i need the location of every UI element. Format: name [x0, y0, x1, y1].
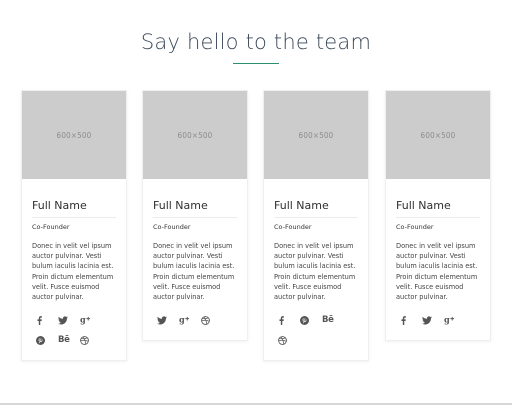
google-plus-icon: g — [444, 315, 455, 325]
social-links: Bē — [274, 310, 358, 350]
dribbble-icon — [80, 335, 89, 345]
dribbble-icon — [278, 335, 287, 345]
google-plus-link[interactable]: g — [175, 310, 197, 330]
google-plus-link[interactable]: g — [440, 310, 462, 330]
member-role: Co-Founder — [153, 223, 191, 231]
behance-link[interactable]: Bē — [54, 330, 76, 350]
pinterest-link[interactable] — [296, 310, 318, 330]
team-member-card: 600×500 Full Name Co-Founder Donec in velit… — [385, 90, 491, 342]
card-body: Full Name Co-Founder Donec in velit vel ip… — [143, 179, 247, 340]
facebook-link[interactable] — [32, 310, 54, 330]
pinterest-link[interactable] — [32, 330, 54, 350]
twitter-icon — [58, 316, 68, 325]
facebook-link[interactable] — [396, 310, 418, 330]
dribbble-link[interactable] — [274, 330, 296, 350]
facebook-icon — [36, 315, 43, 325]
behance-icon: Bē — [322, 315, 334, 326]
member-role: Co-Founder — [32, 223, 70, 231]
google-plus-link[interactable]: g — [76, 310, 98, 330]
member-bio: Donec in velit vel ipsum auctor pulvinar… — [153, 242, 235, 302]
member-name: Full Name — [32, 199, 116, 218]
member-bio: Donec in velit vel ipsum auctor pulvinar… — [396, 242, 478, 302]
member-name: Full Name — [153, 199, 237, 218]
member-bio: Donec in velit vel ipsum auctor pulvinar… — [32, 242, 114, 302]
team-member-card: 600×500 Full Name Co-Founder Donec in velit… — [142, 90, 248, 342]
social-links: g — [153, 310, 237, 330]
team-member-card: 600×500 Full Name Co-Founder Donec in velit… — [21, 90, 127, 362]
member-photo-placeholder: 600×500 — [386, 91, 490, 179]
twitter-icon — [422, 316, 432, 325]
social-links: g Bē — [32, 310, 116, 350]
svg-text:g: g — [444, 315, 450, 325]
team-section: Say hello to the team 600×500 Full Name Co… — [0, 0, 512, 405]
svg-text:g: g — [179, 315, 185, 325]
member-photo-placeholder: 600×500 — [22, 91, 126, 179]
member-bio: Donec in velit vel ipsum auctor pulvinar… — [274, 242, 356, 302]
member-name: Full Name — [274, 199, 358, 218]
member-photo-placeholder: 600×500 — [264, 91, 368, 179]
twitter-link[interactable] — [418, 310, 440, 330]
google-plus-icon: g — [179, 315, 190, 325]
pinterest-icon — [300, 315, 309, 325]
behance-link[interactable]: Bē — [318, 310, 340, 330]
member-photo-placeholder: 600×500 — [143, 91, 247, 179]
title-underline — [233, 63, 279, 64]
facebook-icon — [278, 315, 285, 325]
member-role: Co-Founder — [396, 223, 434, 231]
card-body: Full Name Co-Founder Donec in velit vel ip… — [264, 179, 368, 360]
member-name: Full Name — [396, 199, 480, 218]
twitter-icon — [157, 316, 167, 325]
google-plus-icon: g — [80, 315, 91, 325]
card-body: Full Name Co-Founder Donec in velit vel ip… — [386, 179, 490, 340]
twitter-link[interactable] — [153, 310, 175, 330]
member-role: Co-Founder — [274, 223, 312, 231]
dribbble-link[interactable] — [197, 310, 219, 330]
facebook-link[interactable] — [274, 310, 296, 330]
twitter-link[interactable] — [54, 310, 76, 330]
facebook-icon — [400, 315, 407, 325]
team-member-card: 600×500 Full Name Co-Founder Donec in velit… — [263, 90, 369, 362]
dribbble-icon — [201, 315, 210, 325]
dribbble-link[interactable] — [76, 330, 98, 350]
svg-text:g: g — [80, 315, 86, 325]
behance-icon: Bē — [58, 335, 70, 346]
social-links: g — [396, 310, 480, 330]
card-body: Full Name Co-Founder Donec in velit vel ip… — [22, 179, 126, 360]
section-title: Say hello to the team — [140, 30, 372, 54]
pinterest-icon — [36, 335, 45, 345]
